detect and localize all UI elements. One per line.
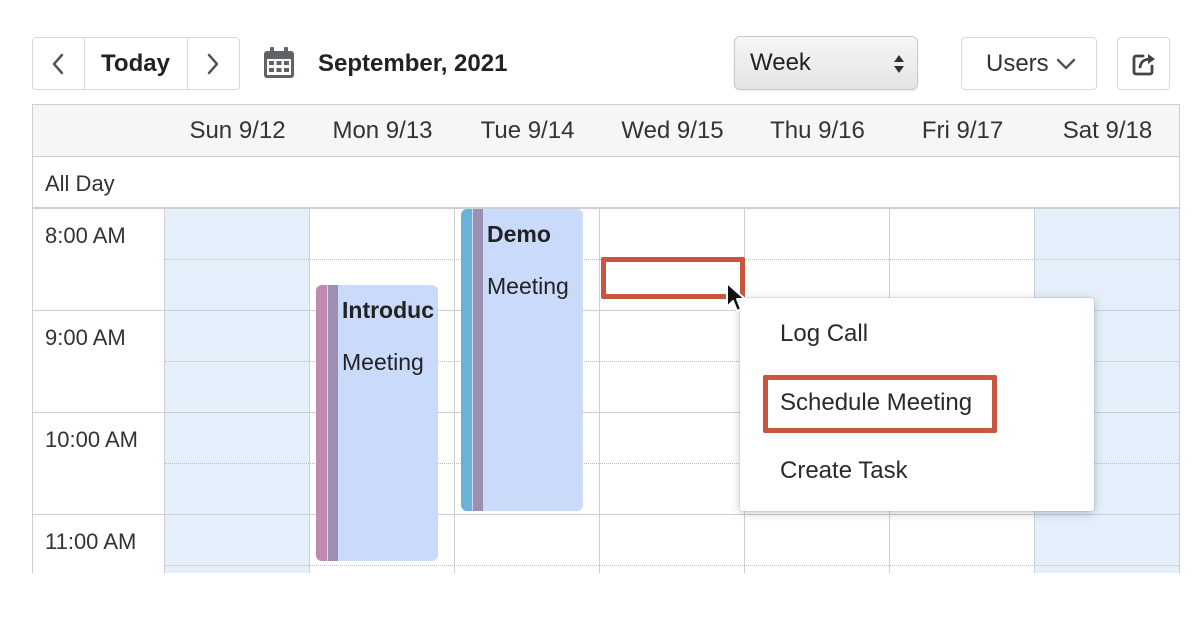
view-select[interactable]: Week	[734, 36, 918, 90]
export-button[interactable]	[1117, 37, 1170, 90]
event-title: Introduc	[342, 297, 434, 323]
hour-line	[33, 310, 165, 311]
mouse-cursor-icon	[726, 282, 746, 312]
event-introduction-meeting[interactable]: Introduc Meeting	[316, 285, 438, 561]
event-title: Demo	[487, 221, 551, 247]
event-type: Meeting	[342, 349, 424, 375]
event-stripe	[473, 209, 483, 511]
day-header-tue[interactable]: Tue 9/14	[455, 105, 600, 157]
event-type: Meeting	[487, 273, 569, 299]
hour-line	[33, 412, 165, 413]
users-label: Users	[986, 49, 1049, 77]
view-select-value: Week	[750, 49, 811, 76]
event-demo-meeting[interactable]: Demo Meeting	[461, 209, 583, 511]
time-label-10am: 10:00 AM	[45, 427, 138, 452]
today-button[interactable]: Today	[85, 38, 188, 89]
day-header-mon[interactable]: Mon 9/13	[310, 105, 455, 157]
hour-line	[33, 514, 165, 515]
day-header-wed[interactable]: Wed 9/15	[600, 105, 745, 157]
menu-item-create-task[interactable]: Create Task	[780, 457, 908, 485]
day-header-row: Sun 9/12 Mon 9/13 Tue 9/14 Wed 9/15 Thu …	[33, 105, 1179, 157]
previous-week-button[interactable]	[33, 38, 85, 89]
day-column-sun[interactable]	[165, 209, 310, 573]
half-hour-line	[165, 565, 1179, 566]
time-label-11am: 11:00 AM	[45, 529, 137, 554]
users-dropdown-button[interactable]: Users	[961, 37, 1097, 90]
all-day-row[interactable]: All Day	[33, 157, 1179, 209]
share-export-icon	[1132, 53, 1155, 75]
day-header-thu[interactable]: Thu 9/16	[745, 105, 890, 157]
up-down-arrows-icon	[894, 55, 904, 73]
day-header-fri[interactable]: Fri 9/17	[890, 105, 1035, 157]
date-navigation: Today	[32, 37, 240, 90]
selected-time-slot[interactable]	[601, 257, 745, 299]
calendar-icon[interactable]	[262, 46, 296, 80]
event-stripe	[328, 285, 338, 561]
event-stripe	[461, 209, 472, 511]
chevron-right-icon	[208, 53, 219, 74]
chevron-down-icon	[1056, 58, 1076, 70]
all-day-label: All Day	[45, 171, 115, 196]
menu-item-log-call[interactable]: Log Call	[780, 320, 868, 348]
time-column: 8:00 AM 9:00 AM 10:00 AM 11:00 AM	[33, 209, 165, 573]
event-stripe	[316, 285, 327, 561]
time-label-8am: 8:00 AM	[45, 223, 126, 248]
time-label-9am: 9:00 AM	[45, 325, 126, 350]
month-title: September, 2021	[318, 50, 508, 77]
day-header-sat[interactable]: Sat 9/18	[1035, 105, 1179, 157]
chevron-left-icon	[53, 53, 64, 74]
schedule-meeting-highlight	[763, 375, 997, 433]
next-week-button[interactable]	[188, 38, 240, 89]
day-header-sun[interactable]: Sun 9/12	[165, 105, 310, 157]
